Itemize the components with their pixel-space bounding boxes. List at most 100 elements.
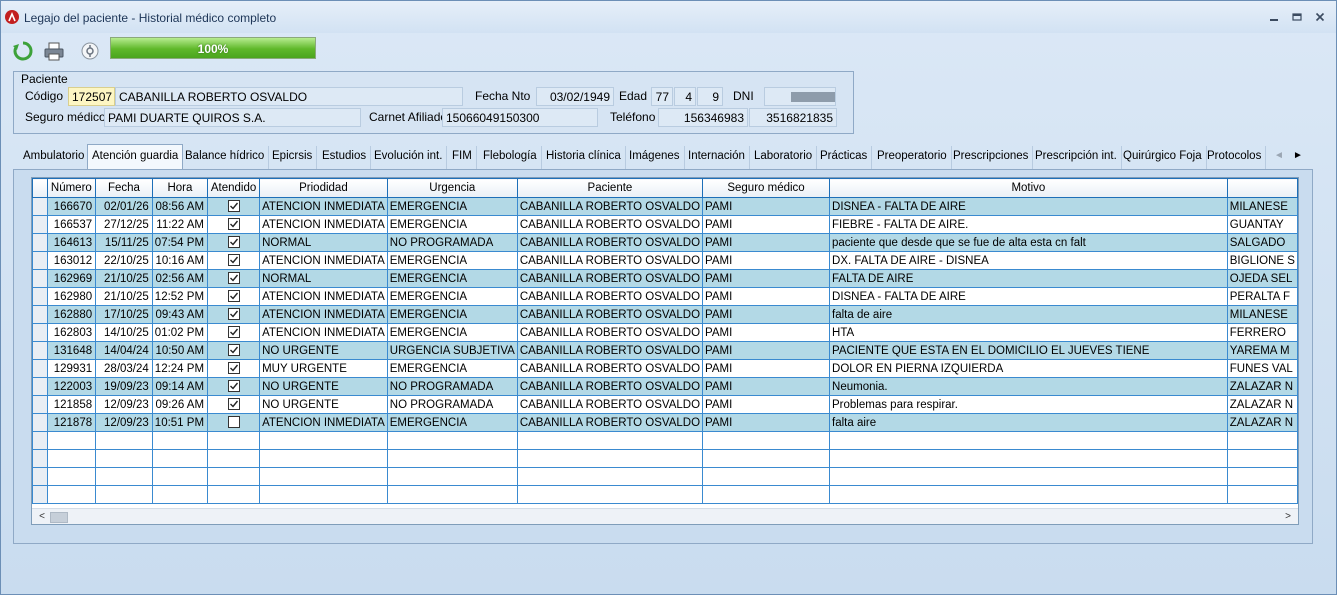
row-selector[interactable] <box>32 233 48 252</box>
checkbox-checked[interactable] <box>227 326 240 339</box>
edad-months-field[interactable]: 4 <box>674 87 696 106</box>
medical-icon[interactable] <box>79 40 101 62</box>
col-header-prioridad[interactable]: Priodidad <box>259 178 388 198</box>
checkbox-checked[interactable] <box>227 236 240 249</box>
row-selector[interactable] <box>32 395 48 414</box>
nombre-field[interactable]: CABANILLA ROBERTO OSVALDO <box>115 87 463 106</box>
table-row[interactable]: 122003 19/09/23 09:14 AM NO URGENTE NO PROGR… <box>32 377 1298 396</box>
row-selector[interactable] <box>32 287 48 306</box>
tab-ambulatorio[interactable]: Ambulatorio <box>19 146 90 170</box>
carnet-field[interactable]: 15066049150300 <box>442 108 598 127</box>
row-selector[interactable] <box>32 413 48 432</box>
tab-prescripcion-int[interactable]: Prescripción int. <box>1031 146 1122 170</box>
tab-internacion[interactable]: Internación <box>684 146 750 170</box>
table-row[interactable]: 131648 14/04/24 10:50 AM NO URGENTE URGENCIA… <box>32 341 1298 360</box>
tab-practicas[interactable]: Prácticas <box>816 146 873 170</box>
codigo-field[interactable]: 172507 <box>68 87 115 106</box>
table-row[interactable]: 164613 15/11/25 07:54 PM NORMAL NO PROGRAMAD… <box>32 233 1298 252</box>
row-selector[interactable] <box>32 251 48 270</box>
cell-atendido[interactable] <box>207 305 261 324</box>
refresh-icon[interactable] <box>12 40 34 62</box>
col-header-motivo[interactable]: Motivo <box>829 178 1228 198</box>
checkbox-checked[interactable] <box>227 398 240 411</box>
cell-atendido[interactable] <box>207 269 261 288</box>
table-row[interactable]: 162880 17/10/25 09:43 AM ATENCION INMEDIATA… <box>32 305 1298 324</box>
tab-evolucion-int[interactable]: Evolución int. <box>370 146 448 170</box>
tab-historia-clinica[interactable]: Historia clínica <box>542 146 626 170</box>
cell-atendido[interactable] <box>207 377 261 396</box>
col-header-atendido[interactable]: Atendido <box>207 178 261 198</box>
cell-atendido[interactable] <box>207 359 261 378</box>
checkbox-unchecked[interactable] <box>227 416 240 429</box>
close-icon[interactable] <box>1309 8 1331 26</box>
checkbox-checked[interactable] <box>227 254 240 267</box>
row-selector[interactable] <box>32 323 48 342</box>
table-row[interactable]: 121878 12/09/23 10:51 PM ATENCION INMEDIATA… <box>32 413 1298 432</box>
scroll-thumb[interactable] <box>50 512 68 523</box>
cell-atendido[interactable] <box>207 233 261 252</box>
tab-fim[interactable]: FIM <box>448 146 477 170</box>
scroll-left-icon[interactable]: < <box>34 509 50 524</box>
cell-atendido[interactable] <box>207 287 261 306</box>
col-header-numero[interactable]: Número <box>46 178 97 198</box>
tab-scroll-left-icon[interactable]: ◄ <box>1272 150 1286 166</box>
edad-days-field[interactable]: 9 <box>697 87 723 106</box>
row-selector[interactable] <box>32 269 48 288</box>
tab-scroll-right-icon[interactable]: ► <box>1291 150 1305 166</box>
maximize-icon[interactable] <box>1286 8 1308 26</box>
col-header-paciente[interactable]: Paciente <box>516 178 704 198</box>
row-selector[interactable] <box>32 197 48 216</box>
scroll-right-icon[interactable]: > <box>1280 509 1296 524</box>
checkbox-checked[interactable] <box>227 200 240 213</box>
tab-estudios[interactable]: Estudios <box>318 146 372 170</box>
tab-laboratorio[interactable]: Laboratorio <box>750 146 818 170</box>
cell-atendido[interactable] <box>207 215 261 234</box>
row-selector[interactable] <box>32 305 48 324</box>
tab-quirurgico-foja[interactable]: Quirúrgico Foja <box>1119 146 1207 170</box>
checkbox-checked[interactable] <box>227 290 240 303</box>
col-header-fecha[interactable]: Fecha <box>95 178 153 198</box>
tab-preoperatorio[interactable]: Preoperatorio <box>873 146 952 170</box>
row-selector[interactable] <box>32 377 48 396</box>
printer-icon[interactable] <box>43 40 65 62</box>
row-selector[interactable] <box>32 215 48 234</box>
seguro-field[interactable]: PAMI DUARTE QUIROS S.A. <box>104 108 361 127</box>
cell-atendido[interactable] <box>207 197 261 216</box>
cell-atendido[interactable] <box>207 323 261 342</box>
horizontal-scrollbar[interactable]: < > <box>32 508 1298 524</box>
col-header-hora[interactable]: Hora <box>151 178 209 198</box>
telefono2-field[interactable]: 3516821835 <box>749 108 837 127</box>
table-row[interactable]: 129931 28/03/24 12:24 PM MUY URGENTE EMERGEN… <box>32 359 1298 378</box>
fecha-nto-field[interactable]: 03/02/1949 <box>536 87 614 106</box>
cell-atendido[interactable] <box>207 251 261 270</box>
table-row[interactable]: 166670 02/01/26 08:56 AM ATENCION INMEDIATA… <box>32 197 1298 216</box>
tab-atencion-guardia[interactable]: Atención guardia <box>87 144 184 171</box>
checkbox-checked[interactable] <box>227 362 240 375</box>
cell-atendido[interactable] <box>207 341 261 360</box>
cell-atendido[interactable] <box>207 413 261 432</box>
checkbox-checked[interactable] <box>227 308 240 321</box>
col-header-extra[interactable] <box>1226 178 1298 198</box>
checkbox-checked[interactable] <box>227 218 240 231</box>
dni-field[interactable] <box>764 87 836 106</box>
row-selector[interactable] <box>32 359 48 378</box>
tab-imagenes[interactable]: Imágenes <box>625 146 685 170</box>
col-header-seguro[interactable]: Seguro médico <box>702 178 831 198</box>
checkbox-checked[interactable] <box>227 344 240 357</box>
guardia-grid[interactable]: Número Fecha Hora Atendido Priodidad Urg… <box>31 177 1299 525</box>
tab-epicrsis[interactable]: Epicrsis <box>268 146 318 170</box>
minimize-icon[interactable] <box>1263 8 1285 26</box>
tab-prescripciones[interactable]: Prescripciones <box>949 146 1034 170</box>
telefono1-field[interactable]: 156346983 <box>658 108 748 127</box>
table-row[interactable]: 162803 14/10/25 01:02 PM ATENCION INMEDIATA… <box>32 323 1298 342</box>
col-header-urgencia[interactable]: Urgencia <box>386 178 518 198</box>
cell-atendido[interactable] <box>207 395 261 414</box>
table-row[interactable]: 166537 27/12/25 11:22 AM ATENCION INMEDIATA… <box>32 215 1298 234</box>
table-row[interactable]: 163012 22/10/25 10:16 AM ATENCION INMEDIATA… <box>32 251 1298 270</box>
table-row[interactable]: 162969 21/10/25 02:56 AM NORMAL EMERGENCIA CA… <box>32 269 1298 288</box>
tab-balance-hidrico[interactable]: Balance hídrico <box>181 146 270 170</box>
checkbox-checked[interactable] <box>227 272 240 285</box>
tab-protocolos[interactable]: Protocolos <box>1203 146 1267 170</box>
row-selector[interactable] <box>32 341 48 360</box>
checkbox-checked[interactable] <box>227 380 240 393</box>
